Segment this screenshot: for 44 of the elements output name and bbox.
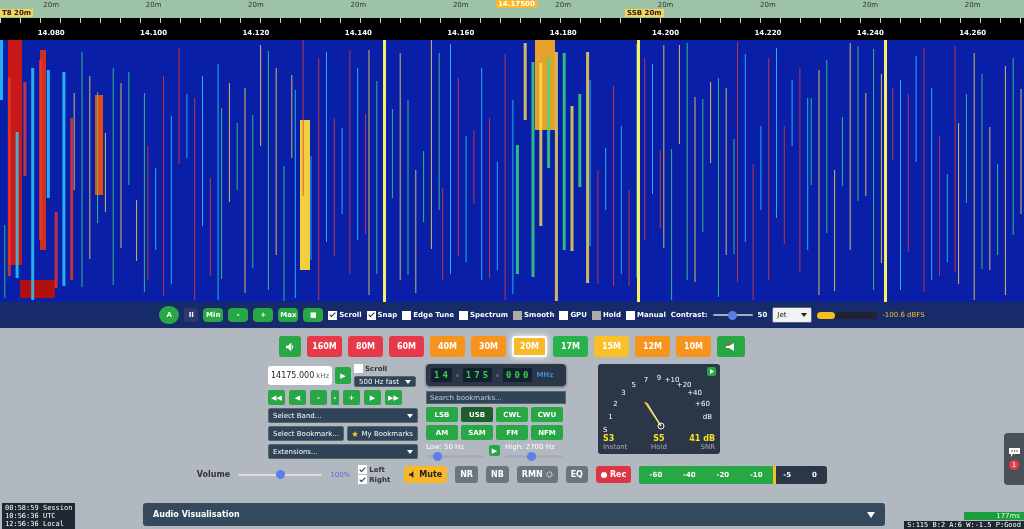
band-button[interactable]: 10M xyxy=(676,336,711,357)
band-button[interactable]: 12M xyxy=(635,336,670,357)
band-button[interactable]: 30M xyxy=(471,336,506,357)
play-icon xyxy=(709,369,714,374)
speaker-button[interactable] xyxy=(279,336,301,357)
slider-thumb[interactable] xyxy=(728,310,738,320)
frequency-digits: 14 xyxy=(431,368,452,382)
record-icon xyxy=(600,471,607,478)
caret-icon xyxy=(801,313,808,317)
frequency-digits: 000 xyxy=(503,368,533,382)
star-icon xyxy=(352,430,358,437)
caret-icon xyxy=(407,449,413,454)
band-button[interactable]: 160M xyxy=(307,336,342,357)
expand-icon xyxy=(867,511,875,518)
audio-button[interactable]: RMN xyxy=(516,466,558,483)
audio-button[interactable]: Rec xyxy=(595,466,632,483)
frequency-digits: 175 xyxy=(462,368,493,382)
band-button[interactable]: 40M xyxy=(430,336,465,357)
band-button[interactable]: 17M xyxy=(553,336,588,357)
settings-icon xyxy=(545,471,553,478)
audio-visualisation-panel[interactable]: Audio Visualisation xyxy=(143,503,885,526)
megaphone-button[interactable] xyxy=(717,336,745,357)
meter-reading: S5 xyxy=(653,434,665,443)
band-button[interactable]: 60M xyxy=(389,336,424,357)
volume-slider[interactable] xyxy=(238,473,323,476)
signal-bar xyxy=(817,311,878,319)
chat-icon xyxy=(1008,448,1020,457)
volume-label: Volume xyxy=(196,470,231,479)
audio-button[interactable]: Mute xyxy=(404,466,448,483)
caret-icon xyxy=(407,413,413,418)
audio-button[interactable]: NR xyxy=(455,466,478,483)
speaker-icon xyxy=(285,342,295,351)
meter-reading: S3 xyxy=(603,434,615,443)
slider-thumb[interactable] xyxy=(433,452,443,461)
megaphone-icon xyxy=(726,342,736,351)
slider-thumb[interactable] xyxy=(526,452,536,461)
audio-button[interactable]: NB xyxy=(486,466,509,483)
play-button[interactable] xyxy=(707,367,716,376)
slider-thumb[interactable] xyxy=(275,470,285,479)
caret-icon xyxy=(405,379,411,384)
audio-button[interactable]: EQ xyxy=(565,466,588,483)
meter-reading: 41 dB xyxy=(689,434,715,443)
needle-drawing xyxy=(644,401,665,430)
band-button[interactable]: 80M xyxy=(348,336,383,357)
